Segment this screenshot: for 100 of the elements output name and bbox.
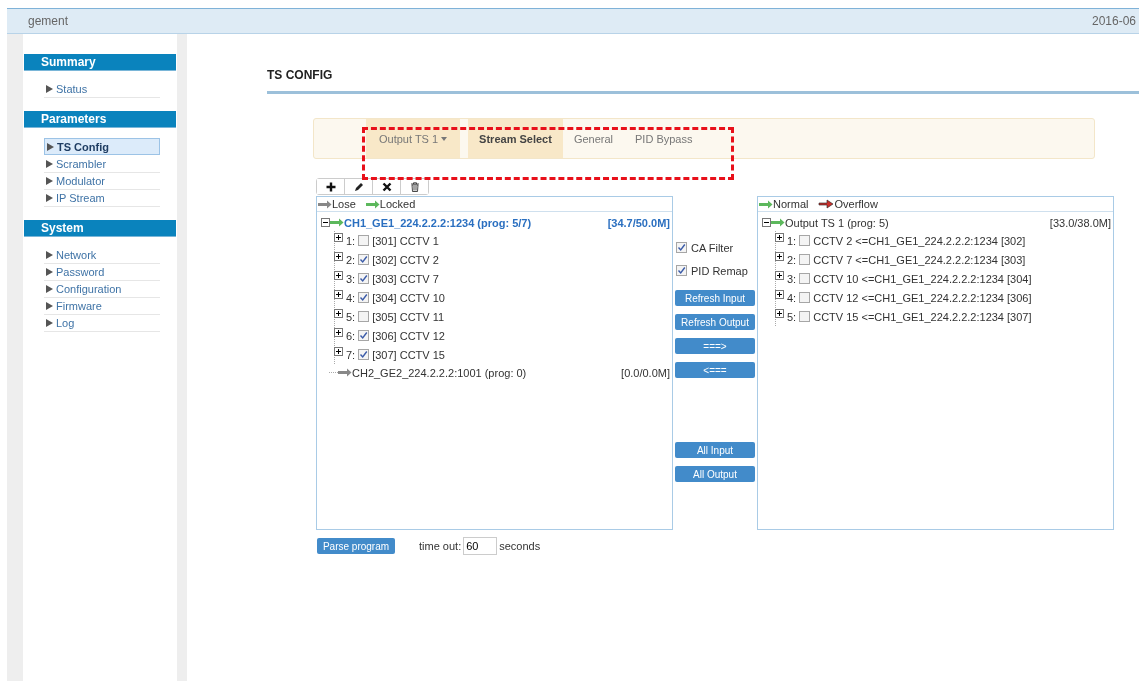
program-label[interactable]: [303] CCTV 7 [372, 272, 439, 285]
expand-icon [334, 289, 343, 299]
checkbox[interactable] [358, 292, 370, 303]
action-button[interactable]: All Output [675, 466, 755, 482]
program-label[interactable]: CCTV 10 <=CH1_GE1_224.2.2.2:1234 [304] [813, 272, 1032, 285]
program-index: 2: [346, 253, 356, 266]
program-index: 3: [346, 272, 356, 285]
checkbox[interactable] [799, 273, 811, 284]
bitrate-label: [34.7/50.0M] [607, 216, 670, 229]
triangle-icon [46, 160, 53, 168]
nav-link[interactable]: Firmware [44, 298, 160, 315]
checkbox[interactable] [799, 311, 811, 322]
program-label[interactable]: CCTV 15 <=CH1_GE1_224.2.2.2:1234 [307] [813, 310, 1032, 323]
timeout-field[interactable]: 60 [463, 537, 498, 555]
checkbox[interactable] [358, 273, 370, 284]
header-date: 2016-06 [1091, 14, 1136, 28]
close-icon [381, 181, 392, 192]
caret-icon [441, 136, 448, 141]
page-title: TS CONFIG [267, 68, 1139, 94]
action-button[interactable]: ===> [675, 338, 755, 354]
checkbox[interactable] [358, 235, 370, 246]
check-icon [677, 243, 686, 252]
nav-link[interactable]: TS Config [44, 138, 160, 155]
arrow-icon [318, 199, 332, 209]
arrow-icon [759, 199, 773, 209]
arrow-icon [338, 368, 352, 377]
expand-icon [775, 270, 784, 280]
checkbox[interactable] [358, 330, 370, 341]
arrow-icon [818, 199, 835, 209]
nav-link[interactable]: IP Stream [44, 190, 160, 207]
program-label[interactable]: CCTV 12 <=CH1_GE1_224.2.2.2:1234 [306] [813, 291, 1032, 304]
checkbox[interactable] [676, 242, 687, 253]
checkbox[interactable] [358, 311, 370, 322]
expand-icon [775, 289, 784, 299]
program-label[interactable]: [302] CCTV 2 [372, 253, 439, 266]
program-label[interactable]: CCTV 2 <=CH1_GE1_224.2.2.2:1234 [302] [813, 234, 1026, 247]
checkbox[interactable] [358, 349, 370, 360]
program-index: 6: [346, 329, 356, 342]
triangle-icon [46, 177, 53, 185]
program-label[interactable]: [306] CCTV 12 [372, 329, 445, 342]
bitrate-label: [33.0/38.0M] [1049, 216, 1111, 229]
triangle-icon [46, 319, 53, 327]
dropdown-tab[interactable]: Output TS 1 [366, 119, 461, 158]
checkbox[interactable] [676, 265, 687, 276]
program-index: 4: [787, 291, 797, 304]
nav-link[interactable]: Network [44, 247, 160, 264]
triangle-icon [46, 285, 53, 293]
nav-link[interactable]: Status [44, 81, 160, 98]
tab[interactable]: PID Bypass [624, 119, 704, 158]
nav-link[interactable]: Scrambler [44, 156, 160, 173]
tree-node[interactable]: CH1_GE1_224.2.2.2:1234 (prog: 5/7) [344, 216, 608, 229]
program-label[interactable]: [307] CCTV 15 [372, 348, 445, 361]
triangle-icon [46, 85, 53, 93]
legend-label: Normal [773, 198, 809, 210]
action-button[interactable]: All Input [675, 442, 755, 458]
nav-link[interactable]: Log [44, 315, 160, 332]
checkbox[interactable] [799, 292, 811, 303]
tab[interactable]: General [562, 119, 624, 158]
pencil-icon [353, 181, 364, 192]
tree-node[interactable]: Output TS 1 (prog: 5) [785, 216, 1050, 229]
triangle-icon [46, 251, 53, 259]
section-header: System [24, 220, 176, 237]
program-label[interactable]: [301] CCTV 1 [372, 234, 439, 247]
expand-icon [334, 308, 343, 318]
action-button[interactable]: <=== [675, 362, 755, 378]
expand-icon [334, 232, 343, 242]
action-button[interactable]: Refresh Input [675, 290, 755, 306]
expand-icon [334, 327, 343, 337]
tree-node[interactable]: CH2_GE2_224.2.2.2:1001 (prog: 0) [352, 366, 622, 379]
header-title: gement [28, 14, 69, 28]
option-label: PID Remap [691, 264, 748, 277]
legend-label: Locked [379, 198, 416, 210]
unit-label: seconds [499, 540, 541, 552]
nav-link[interactable]: Password [44, 264, 160, 281]
program-index: 2: [787, 253, 797, 266]
program-index: 5: [346, 310, 356, 323]
legend-label: Overflow [834, 198, 878, 210]
expand-icon [775, 251, 784, 261]
expand-icon [775, 232, 784, 242]
program-label[interactable]: CCTV 7 <=CH1_GE1_224.2.2.2:1234 [303] [813, 253, 1026, 266]
action-button[interactable]: Refresh Output [675, 314, 755, 330]
bitrate-label: [0.0/0.0M] [621, 366, 670, 379]
toolbar-button[interactable] [317, 179, 345, 194]
nav-link[interactable]: Modulator [44, 173, 160, 190]
trash-icon [409, 181, 420, 192]
nav-link[interactable]: Configuration [44, 281, 160, 298]
option-label: CA Filter [691, 241, 734, 254]
checkbox[interactable] [358, 254, 370, 265]
tab[interactable]: Stream Select [468, 119, 563, 158]
checkbox[interactable] [799, 235, 811, 246]
checkbox[interactable] [799, 254, 811, 265]
program-label[interactable]: [305] CCTV 11 [372, 310, 445, 323]
expand-icon [334, 270, 343, 280]
program-label[interactable]: [304] CCTV 10 [372, 291, 445, 304]
triangle-icon [46, 268, 53, 276]
program-index: 3: [787, 272, 797, 285]
arrow-icon [330, 218, 344, 227]
triangle-icon [46, 302, 53, 310]
program-index: 7: [346, 348, 356, 361]
parse-button[interactable]: Parse program [317, 538, 395, 554]
